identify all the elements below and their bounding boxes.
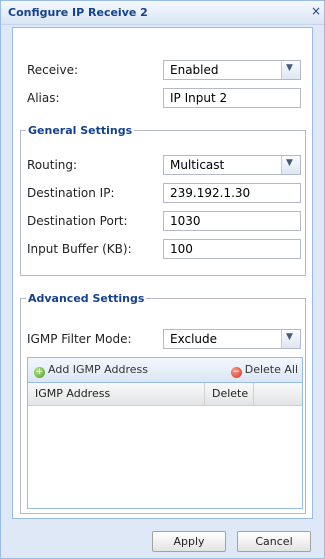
- destination-ip-value: 239.192.1.30: [170, 186, 251, 200]
- destination-ip-label: Destination IP:: [27, 186, 115, 200]
- delete-circle-icon: −: [230, 367, 242, 378]
- apply-button[interactable]: Apply: [152, 531, 226, 552]
- alias-value: IP Input 2: [170, 91, 228, 105]
- igmp-filter-mode-dropdown-trigger[interactable]: ▼: [281, 330, 300, 348]
- igmp-filter-mode-select[interactable]: Exclude ▼: [163, 329, 301, 349]
- close-icon[interactable]: ×: [311, 4, 321, 18]
- advanced-settings-fieldset: Advanced Settings IGMP Filter Mode: Excl…: [20, 292, 306, 514]
- routing-select[interactable]: Multicast ▼: [163, 155, 301, 175]
- grid-header: IGMP Address Delete: [28, 383, 302, 406]
- chevron-down-icon: ▼: [286, 332, 293, 342]
- chevron-down-icon: ▼: [286, 158, 293, 168]
- receive-dropdown-trigger[interactable]: ▼: [281, 61, 300, 79]
- destination-port-label: Destination Port:: [27, 214, 128, 228]
- input-buffer-value: 100: [170, 242, 193, 256]
- add-igmp-address-label: Add IGMP Address: [48, 363, 148, 376]
- igmp-address-grid: + Add IGMP Address − Delete All IGMP Addre…: [27, 357, 303, 509]
- destination-port-field[interactable]: 1030: [163, 211, 301, 231]
- chevron-down-icon: ▼: [286, 63, 293, 73]
- dialog-body: Receive: Enabled ▼ Alias: IP Input 2 Gen…: [12, 27, 313, 519]
- receive-label: Receive:: [27, 63, 79, 77]
- igmp-filter-mode-value: Exclude: [170, 332, 218, 346]
- dialog-titlebar: Configure IP Receive 2 ×: [1, 1, 324, 25]
- column-header-delete[interactable]: Delete: [205, 383, 254, 405]
- advanced-settings-legend: Advanced Settings: [28, 292, 145, 305]
- igmp-filter-mode-label: IGMP Filter Mode:: [27, 332, 132, 346]
- routing-label: Routing:: [27, 158, 78, 172]
- delete-all-button[interactable]: − Delete All: [230, 363, 298, 378]
- destination-ip-field[interactable]: 239.192.1.30: [163, 183, 301, 203]
- alias-field[interactable]: IP Input 2: [163, 88, 301, 108]
- routing-value: Multicast: [170, 158, 225, 172]
- general-settings-legend: General Settings: [28, 124, 133, 137]
- grid-toolbar: + Add IGMP Address − Delete All: [28, 358, 302, 383]
- dialog-title: Configure IP Receive 2: [8, 6, 148, 19]
- delete-all-label: Delete All: [244, 363, 298, 376]
- destination-port-value: 1030: [170, 214, 201, 228]
- cancel-button[interactable]: Cancel: [237, 531, 311, 552]
- add-circle-icon: +: [34, 367, 45, 378]
- add-igmp-address-button[interactable]: + Add IGMP Address: [34, 363, 148, 378]
- receive-select[interactable]: Enabled ▼: [163, 60, 301, 80]
- input-buffer-label: Input Buffer (KB):: [27, 242, 132, 256]
- alias-label: Alias:: [27, 91, 60, 105]
- routing-dropdown-trigger[interactable]: ▼: [281, 156, 300, 174]
- receive-value: Enabled: [170, 63, 219, 77]
- column-header-igmp-address[interactable]: IGMP Address: [28, 383, 205, 405]
- input-buffer-field[interactable]: 100: [163, 239, 301, 259]
- configure-ip-receive-dialog: Configure IP Receive 2 × Receive: Enable…: [0, 0, 325, 559]
